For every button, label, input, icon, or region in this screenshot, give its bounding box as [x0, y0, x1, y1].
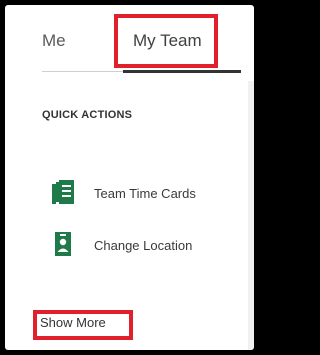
section-title: QUICK ACTIONS — [42, 109, 133, 121]
active-tab-indicator — [123, 70, 241, 73]
action-change-location[interactable]: Change Location — [52, 231, 192, 259]
tab-bar: Me My Team — [5, 5, 254, 77]
action-label: Team Time Cards — [94, 185, 196, 201]
show-more-highlight-box — [33, 310, 133, 340]
location-badge-icon — [55, 232, 71, 256]
scroll-edge — [248, 81, 254, 350]
tab-me[interactable]: Me — [42, 29, 66, 53]
timecards-icon — [52, 180, 74, 204]
quick-actions-panel: Me My Team QUICK ACTIONS Team Time Cards… — [5, 5, 254, 350]
tab-highlight-box — [114, 14, 218, 68]
action-label: Change Location — [94, 237, 193, 253]
action-team-time-cards[interactable]: Team Time Cards — [52, 179, 196, 207]
